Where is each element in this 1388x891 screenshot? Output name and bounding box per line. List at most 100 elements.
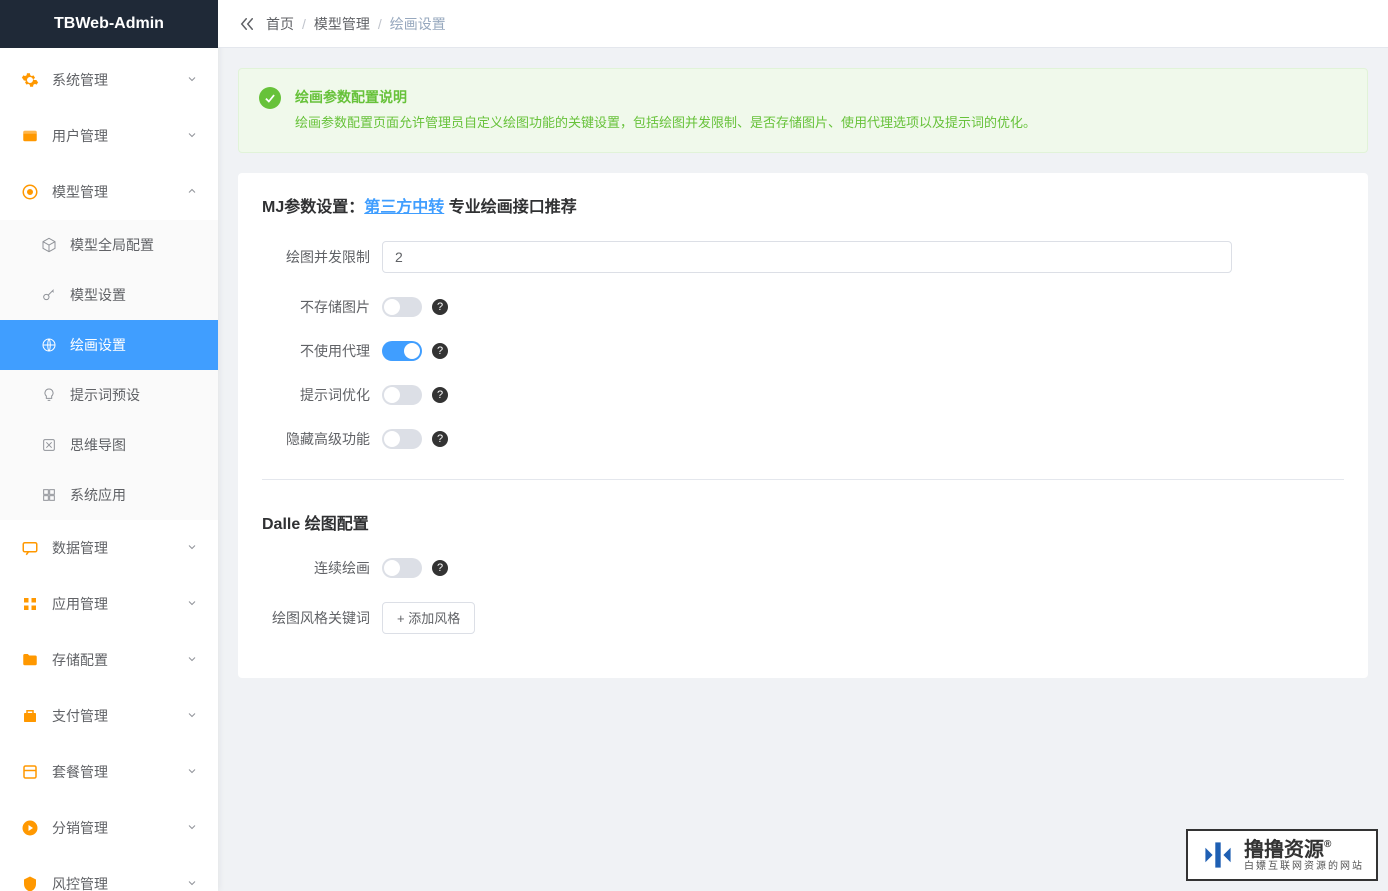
menu-label: 存储配置: [52, 650, 108, 670]
sidebar-item-app[interactable]: 应用管理: [0, 576, 218, 632]
prompt-opt-label: 提示词优化: [262, 385, 382, 405]
watermark-main: 撸撸资源: [1244, 839, 1324, 861]
collapse-button[interactable]: [238, 15, 256, 33]
no-proxy-label: 不使用代理: [262, 341, 382, 361]
row-prompt-opt: 提示词优化 ?: [262, 385, 1344, 405]
user-card-icon: [20, 126, 40, 146]
subitem-system-app[interactable]: 系统应用: [0, 470, 218, 520]
subitem-model-global[interactable]: 模型全局配置: [0, 220, 218, 270]
watermark-sub: 白嫖互联网资源的网站: [1244, 861, 1364, 872]
folder-icon: [20, 650, 40, 670]
divider: [262, 479, 1344, 480]
content: 绘画参数配置说明 绘画参数配置页面允许管理员自定义绘图功能的关键设置，包括绘图并…: [218, 48, 1388, 891]
no-store-switch[interactable]: [382, 297, 422, 317]
send-icon: [20, 818, 40, 838]
bulb-icon: [40, 386, 58, 404]
chevron-down-icon: [186, 596, 198, 612]
continuous-switch[interactable]: [382, 558, 422, 578]
concurrency-label: 绘图并发限制: [262, 247, 382, 267]
logo: TBWeb-Admin: [0, 0, 218, 48]
subitem-label: 模型设置: [70, 285, 126, 305]
subitem-label: 提示词预设: [70, 385, 140, 405]
row-hide-adv: 隐藏高级功能 ?: [262, 429, 1344, 449]
help-icon[interactable]: ?: [432, 560, 448, 576]
watermark: 撸撸资源® 白嫖互联网资源的网站: [1186, 829, 1378, 881]
concurrency-input[interactable]: [382, 241, 1232, 273]
chevron-down-icon: [186, 540, 198, 556]
menu-label: 数据管理: [52, 538, 108, 558]
alert-box: 绘画参数配置说明 绘画参数配置页面允许管理员自定义绘图功能的关键设置，包括绘图并…: [238, 68, 1368, 153]
add-style-button[interactable]: + 添加风格: [382, 602, 475, 634]
no-proxy-switch[interactable]: [382, 341, 422, 361]
menu-label: 支付管理: [52, 706, 108, 726]
sidebar-item-package[interactable]: 套餐管理: [0, 744, 218, 800]
subitem-model-settings[interactable]: 模型设置: [0, 270, 218, 320]
menu-label: 风控管理: [52, 874, 108, 891]
settings-card: MJ参数设置：第三方中转 专业绘画接口推荐 绘图并发限制 不存储图片 ?: [238, 173, 1368, 678]
sidebar-item-risk[interactable]: 风控管理: [0, 856, 218, 891]
row-style-keywords: 绘图风格关键词 + 添加风格: [262, 602, 1344, 634]
sidebar: TBWeb-Admin 系统管理 用户管理 模型管理 模型全局配置: [0, 0, 218, 891]
gear-icon: [20, 70, 40, 90]
apps-icon: [20, 594, 40, 614]
menu-label: 用户管理: [52, 126, 108, 146]
chevron-down-icon: [186, 652, 198, 668]
grid-icon: [40, 486, 58, 504]
key-icon: [40, 286, 58, 304]
prompt-opt-switch[interactable]: [382, 385, 422, 405]
menu-label: 分销管理: [52, 818, 108, 838]
hide-adv-label: 隐藏高级功能: [262, 429, 382, 449]
sidebar-item-model[interactable]: 模型管理: [0, 164, 218, 220]
sidebar-item-distribution[interactable]: 分销管理: [0, 800, 218, 856]
subitem-label: 思维导图: [70, 435, 126, 455]
help-icon[interactable]: ?: [432, 299, 448, 315]
hide-adv-switch[interactable]: [382, 429, 422, 449]
mj-heading-prefix: MJ参数设置：: [262, 199, 364, 216]
subitem-mindmap[interactable]: 思维导图: [0, 420, 218, 470]
row-concurrency: 绘图并发限制: [262, 241, 1344, 273]
help-icon[interactable]: ?: [432, 343, 448, 359]
subitem-label: 系统应用: [70, 485, 126, 505]
chevron-down-icon: [186, 876, 198, 891]
subitem-label: 绘画设置: [70, 335, 126, 355]
payment-icon: [20, 706, 40, 726]
breadcrumb-parent[interactable]: 模型管理: [314, 14, 370, 34]
help-icon[interactable]: ?: [432, 431, 448, 447]
globe-icon: [40, 336, 58, 354]
mj-heading-suffix: 专业绘画接口推荐: [444, 199, 576, 216]
subitem-prompt-preset[interactable]: 提示词预设: [0, 370, 218, 420]
menu-label: 应用管理: [52, 594, 108, 614]
breadcrumb-home[interactable]: 首页: [266, 14, 294, 34]
chevron-down-icon: [186, 72, 198, 88]
sidebar-item-payment[interactable]: 支付管理: [0, 688, 218, 744]
sidebar-item-user[interactable]: 用户管理: [0, 108, 218, 164]
menu-label: 模型管理: [52, 182, 108, 202]
submenu-model: 模型全局配置 模型设置 绘画设置 提示词预设 思维导图: [0, 220, 218, 520]
breadcrumb-current: 绘画设置: [390, 14, 446, 34]
no-store-label: 不存储图片: [262, 297, 382, 317]
chat-icon: [20, 538, 40, 558]
watermark-reg: ®: [1324, 839, 1331, 850]
mindmap-icon: [40, 436, 58, 454]
continuous-label: 连续绘画: [262, 558, 382, 578]
subitem-label: 模型全局配置: [70, 235, 154, 255]
sidebar-item-system[interactable]: 系统管理: [0, 52, 218, 108]
main-menu: 系统管理 用户管理 模型管理 模型全局配置 模型设: [0, 48, 218, 891]
style-label: 绘图风格关键词: [262, 608, 382, 628]
mj-heading-link[interactable]: 第三方中转: [364, 199, 444, 216]
row-no-store: 不存储图片 ?: [262, 297, 1344, 317]
chevron-down-icon: [186, 708, 198, 724]
alert-body: 绘画参数配置说明 绘画参数配置页面允许管理员自定义绘图功能的关键设置，包括绘图并…: [295, 87, 1347, 134]
help-icon[interactable]: ?: [432, 387, 448, 403]
main: 首页 / 模型管理 / 绘画设置 绘画参数配置说明 绘画参数配置页面允许管理员自…: [218, 0, 1388, 891]
sidebar-item-data[interactable]: 数据管理: [0, 520, 218, 576]
chevron-down-icon: [186, 128, 198, 144]
subitem-drawing-settings[interactable]: 绘画设置: [0, 320, 218, 370]
success-icon: [259, 87, 281, 109]
row-no-proxy: 不使用代理 ?: [262, 341, 1344, 361]
package-icon: [20, 762, 40, 782]
alert-description: 绘画参数配置页面允许管理员自定义绘图功能的关键设置，包括绘图并发限制、是否存储图…: [295, 113, 1347, 134]
sidebar-item-storage[interactable]: 存储配置: [0, 632, 218, 688]
chevron-down-icon: [186, 764, 198, 780]
menu-label: 系统管理: [52, 70, 108, 90]
